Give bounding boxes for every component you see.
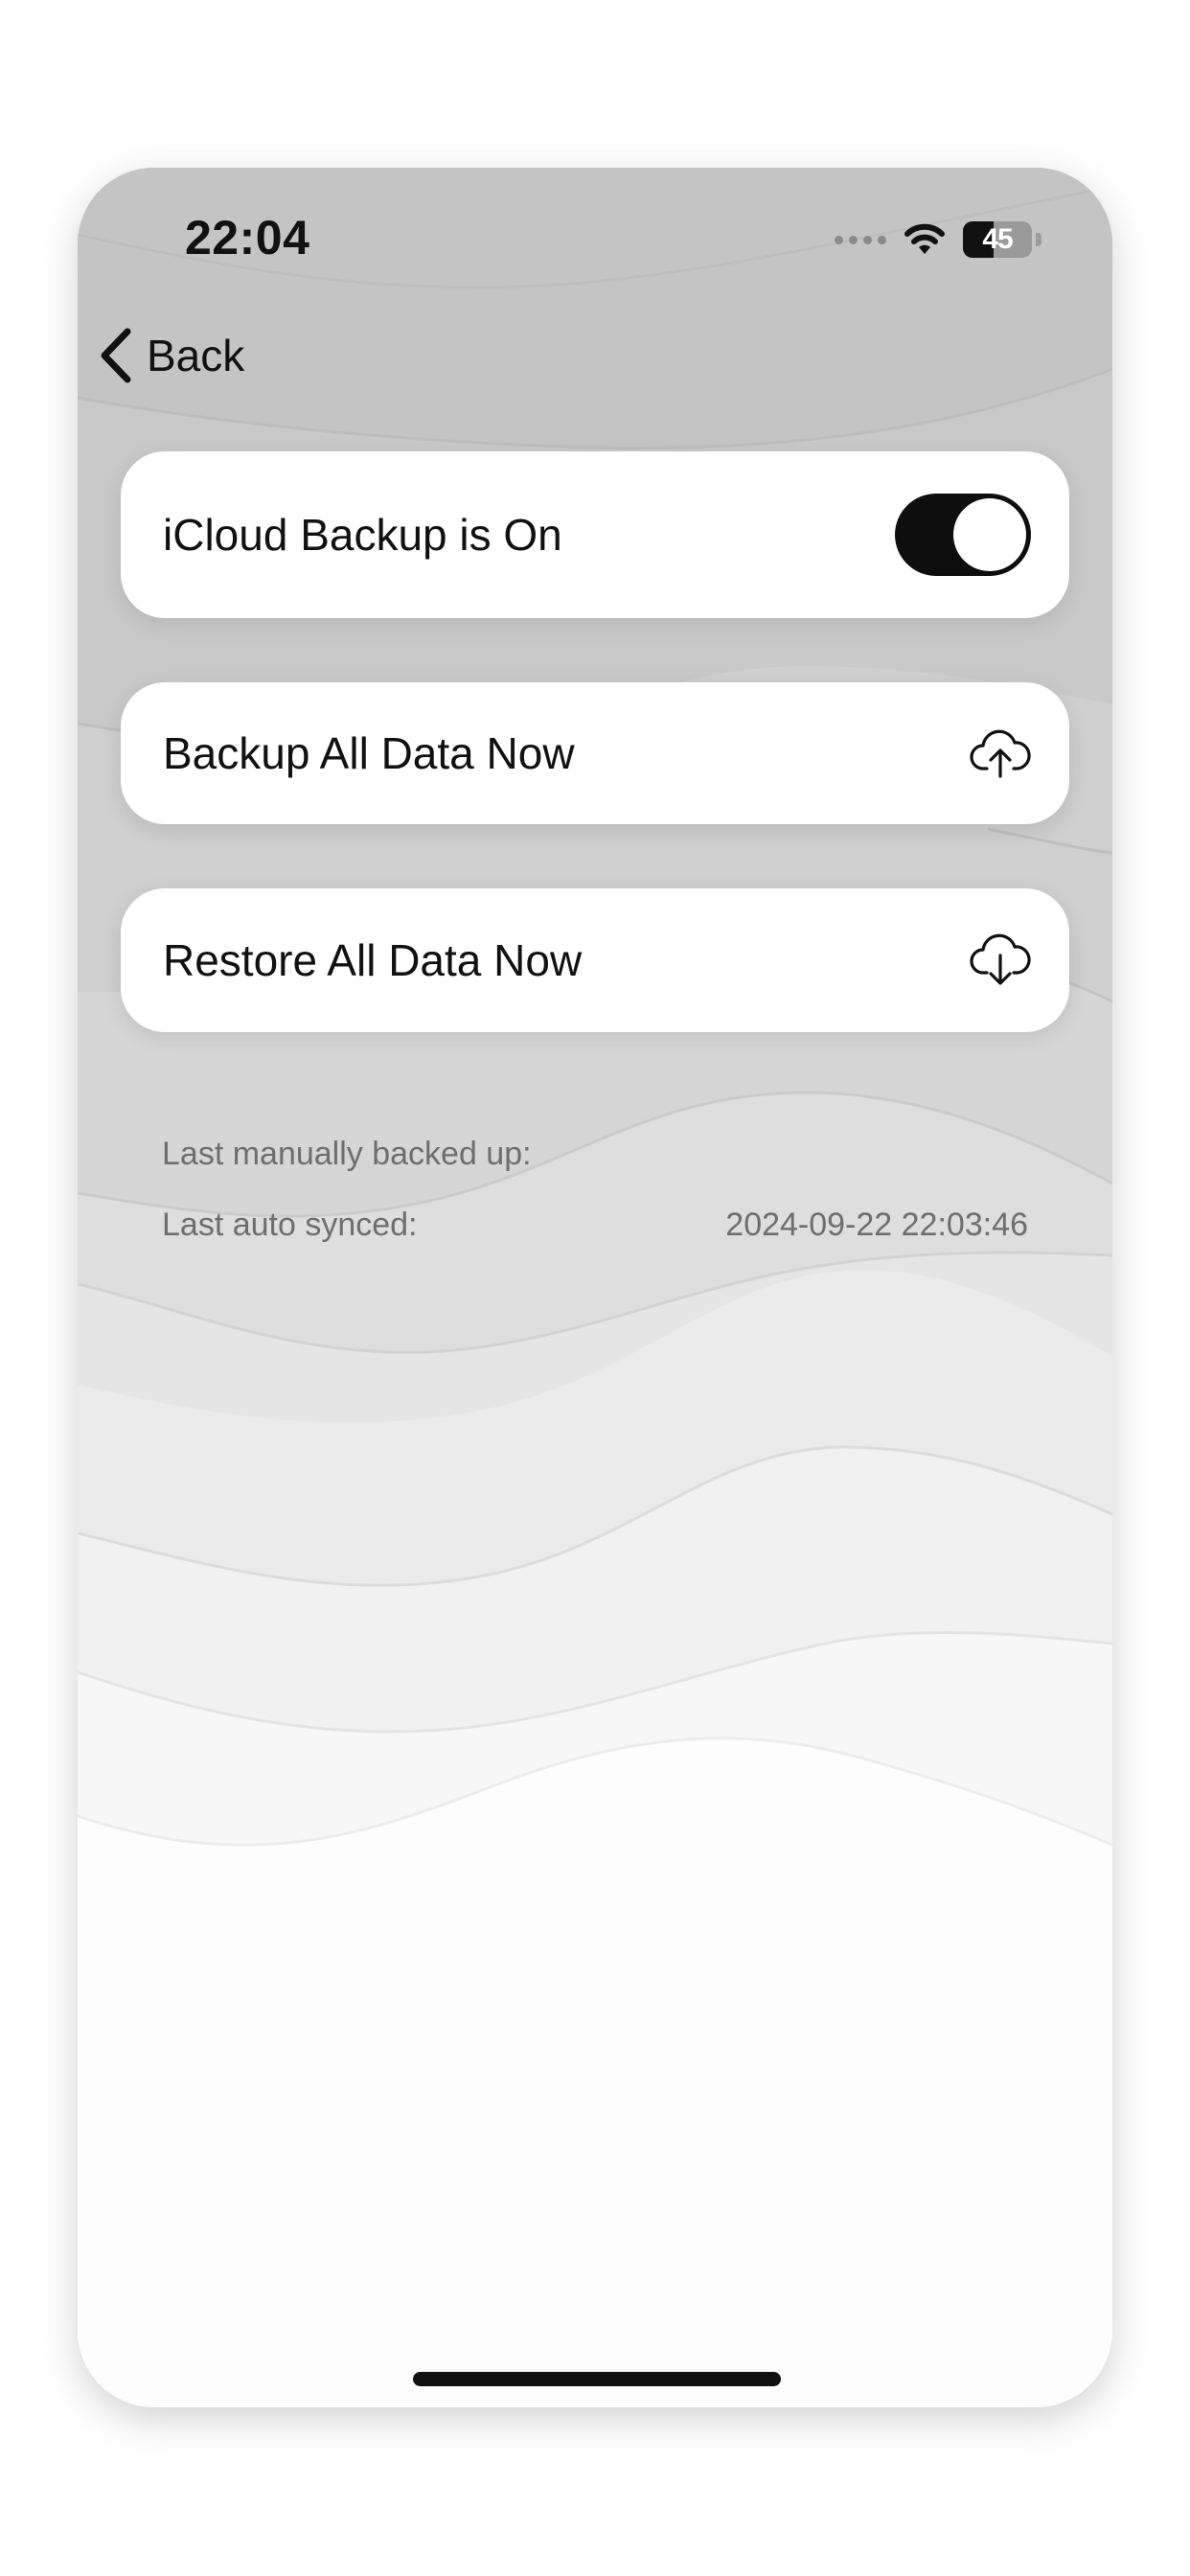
backup-all-data-button[interactable]: Backup All Data Now [121, 682, 1069, 824]
battery-tip [1036, 233, 1041, 246]
backup-all-data-label: Backup All Data Now [163, 728, 575, 778]
icloud-backup-label: iCloud Backup is On [163, 510, 562, 560]
last-auto-sync-row: Last auto synced: 2024-09-22 22:03:46 [162, 1207, 1028, 1244]
phone-screen: 22:04 45 Back iCloud Backup is On Backup… [78, 168, 1112, 2407]
restore-all-data-button[interactable]: Restore All Data Now [121, 888, 1069, 1032]
cloud-upload-icon [970, 729, 1031, 778]
back-label: Back [147, 331, 245, 380]
last-manual-backup-label: Last manually backed up: [162, 1136, 532, 1172]
status-icons: 45 [835, 218, 1041, 262]
icloud-backup-card: iCloud Backup is On [121, 451, 1069, 618]
chevron-left-icon [101, 328, 131, 383]
last-auto-sync-label: Last auto synced: [162, 1207, 418, 1243]
icloud-backup-toggle[interactable] [895, 494, 1031, 576]
battery-percentage: 45 [982, 223, 1013, 255]
status-time: 22:04 [185, 211, 310, 264]
toggle-knob [953, 498, 1026, 571]
restore-all-data-label: Restore All Data Now [163, 935, 583, 985]
wifi-icon [904, 223, 945, 254]
back-button[interactable]: Back [99, 317, 244, 394]
cellular-signal-icon [835, 235, 886, 244]
cloud-download-icon [970, 933, 1031, 985]
last-auto-sync-value: 2024-09-22 22:03:46 [725, 1207, 1028, 1243]
last-manual-backup-row: Last manually backed up: [162, 1136, 1028, 1173]
battery-icon: 45 [963, 221, 1032, 258]
home-indicator[interactable] [413, 2372, 781, 2386]
